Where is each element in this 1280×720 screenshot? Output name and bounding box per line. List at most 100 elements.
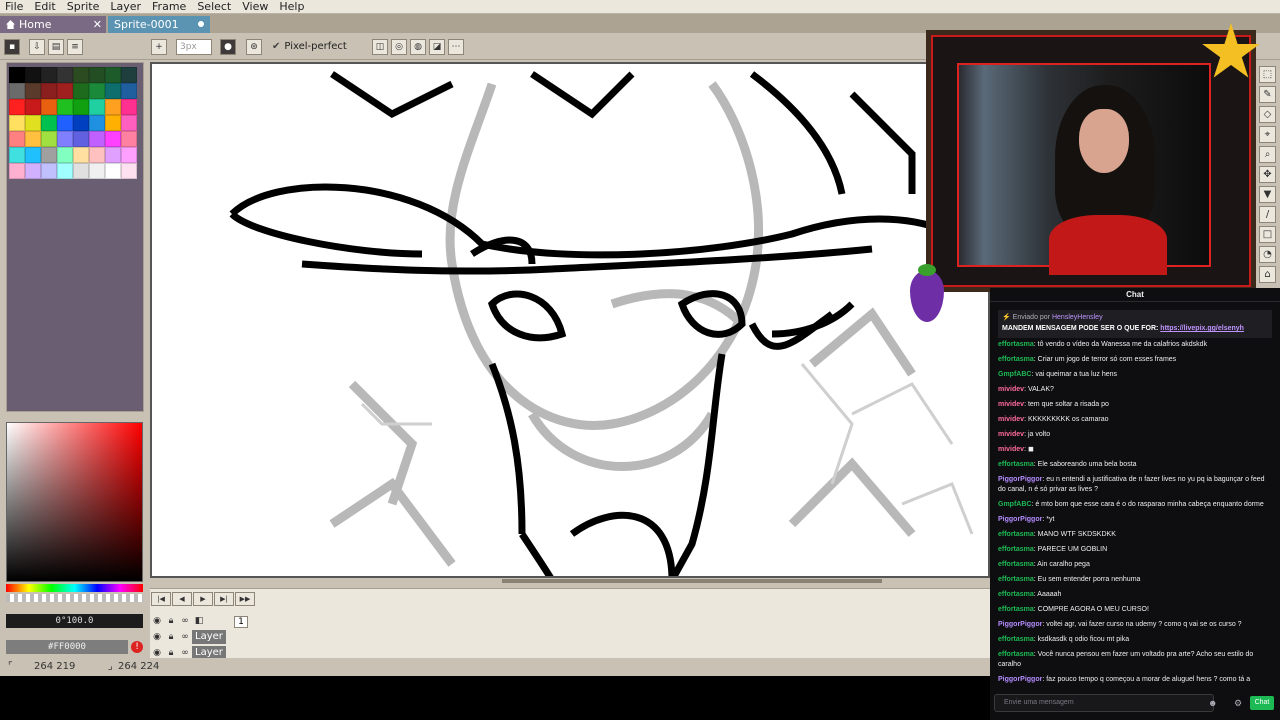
- palette-swatch[interactable]: [73, 67, 89, 83]
- layer-row[interactable]: ◉ 🔒︎ ∞ Layer: [150, 629, 250, 644]
- palette-swatch[interactable]: [121, 99, 137, 115]
- hue-slider[interactable]: [6, 584, 143, 592]
- palette-swatch[interactable]: [121, 115, 137, 131]
- gradient-icon[interactable]: ◪: [429, 39, 445, 55]
- palette-swatch[interactable]: [121, 131, 137, 147]
- chat-username[interactable]: effortasma: [998, 651, 1034, 658]
- chat-username[interactable]: mividev: [998, 446, 1024, 453]
- palette-swatch[interactable]: [89, 67, 105, 83]
- eyedropper-icon[interactable]: ⌖: [1259, 126, 1276, 143]
- chat-username[interactable]: effortasma: [998, 531, 1034, 538]
- chat-username[interactable]: PiggorPiggor: [998, 516, 1042, 523]
- palette-swatch[interactable]: [105, 131, 121, 147]
- chat-username[interactable]: PiggorPiggor: [998, 476, 1042, 483]
- onion-skin-icon[interactable]: ◧: [192, 616, 206, 626]
- pinned-link[interactable]: https://livepix.gg/elsenyh: [1160, 325, 1244, 332]
- chat-username[interactable]: mividev: [998, 401, 1024, 408]
- palette-swatch[interactable]: [121, 83, 137, 99]
- chat-username[interactable]: effortasma: [998, 341, 1034, 348]
- gear-icon[interactable]: ⚙: [1234, 698, 1242, 709]
- chat-send-button[interactable]: Chat: [1250, 696, 1274, 710]
- chat-username[interactable]: effortasma: [998, 561, 1034, 568]
- chat-messages[interactable]: effortasma: tô vendo o vídeo da Wanessa …: [998, 340, 1274, 684]
- download-icon[interactable]: ⇩: [29, 39, 45, 55]
- palette-swatch[interactable]: [73, 147, 89, 163]
- palette-swatch[interactable]: [41, 99, 57, 115]
- chat-username[interactable]: effortasma: [998, 461, 1034, 468]
- move-icon[interactable]: ✥: [1259, 166, 1276, 183]
- pen-pressure-icon[interactable]: ⊛: [246, 39, 262, 55]
- tab-sprite[interactable]: Sprite-0001: [108, 16, 210, 33]
- palette-swatch[interactable]: [9, 67, 25, 83]
- chat-username[interactable]: PiggorPiggor: [998, 621, 1042, 628]
- palette-swatch[interactable]: [41, 147, 57, 163]
- lock-icon[interactable]: 🔒︎: [164, 648, 178, 658]
- palette-swatch[interactable]: [57, 115, 73, 131]
- first-frame-icon[interactable]: |◀: [151, 592, 171, 606]
- palette-swatch[interactable]: [9, 163, 25, 179]
- link-icon[interactable]: ∞: [178, 616, 192, 626]
- warning-icon[interactable]: !: [131, 641, 143, 653]
- ink-icon[interactable]: ◎: [391, 39, 407, 55]
- lock-icon[interactable]: 🔒︎: [164, 616, 178, 626]
- palette-swatch[interactable]: [105, 83, 121, 99]
- palette-swatch[interactable]: [57, 163, 73, 179]
- chat-username[interactable]: effortasma: [998, 636, 1034, 643]
- palette-swatch[interactable]: [25, 147, 41, 163]
- prev-frame-icon[interactable]: ◀: [172, 592, 192, 606]
- alpha-slider[interactable]: [6, 594, 143, 602]
- palette-swatch[interactable]: [105, 163, 121, 179]
- blur-icon[interactable]: ⌂: [1259, 266, 1276, 283]
- palette-swatch[interactable]: [89, 99, 105, 115]
- palette-swatch[interactable]: [25, 131, 41, 147]
- palette-swatch[interactable]: [121, 163, 137, 179]
- brush-shape-icon[interactable]: ●: [220, 39, 236, 55]
- layers-icon[interactable]: ▤: [48, 39, 64, 55]
- palette-swatch[interactable]: [25, 67, 41, 83]
- brush-type-icon[interactable]: +: [151, 39, 167, 55]
- zoom-icon[interactable]: ⌕: [1259, 146, 1276, 163]
- canvas-horizontal-scrollbar[interactable]: [152, 578, 990, 584]
- menu-sprite[interactable]: Sprite: [62, 0, 106, 14]
- layer-name[interactable]: Layer: [192, 629, 226, 644]
- menu-select[interactable]: Select: [192, 0, 237, 14]
- brush-size-input[interactable]: 3px: [176, 39, 212, 55]
- menu-frame[interactable]: Frame: [147, 0, 192, 14]
- chat-username[interactable]: effortasma: [998, 606, 1034, 613]
- palette-swatch[interactable]: [89, 131, 105, 147]
- hex-field[interactable]: #FF0000: [6, 640, 128, 654]
- eye-icon[interactable]: ◉: [150, 632, 164, 642]
- palette-swatch[interactable]: [41, 131, 57, 147]
- menu-edit[interactable]: Edit: [29, 0, 61, 14]
- color-spectrum[interactable]: [6, 422, 143, 582]
- palette-swatch[interactable]: [57, 131, 73, 147]
- menu-view[interactable]: View: [237, 0, 274, 14]
- pixel-perfect-toggle[interactable]: ✔ Pixel-perfect: [272, 41, 347, 52]
- line-icon[interactable]: /: [1259, 206, 1276, 223]
- chat-username[interactable]: effortasma: [998, 356, 1034, 363]
- palette-swatch[interactable]: [41, 67, 57, 83]
- palette-swatch[interactable]: [41, 115, 57, 131]
- palette-swatch[interactable]: [105, 67, 121, 83]
- palette-swatch[interactable]: [73, 99, 89, 115]
- symmetry-icon[interactable]: ◫: [372, 39, 388, 55]
- palette-swatch[interactable]: [73, 163, 89, 179]
- chat-message-input[interactable]: Envie uma mensagem: [994, 694, 1214, 712]
- menu-icon[interactable]: ≡: [67, 39, 83, 55]
- lock-icon[interactable]: 🔒︎: [164, 632, 178, 642]
- sprite-canvas[interactable]: [150, 62, 990, 578]
- scrollbar-thumb[interactable]: [502, 579, 882, 583]
- palette-swatch[interactable]: [73, 115, 89, 131]
- next-frame-icon[interactable]: ▶|: [214, 592, 234, 606]
- chat-username[interactable]: mividev: [998, 416, 1024, 423]
- close-icon[interactable]: ✕: [93, 18, 102, 31]
- palette-swatch[interactable]: [25, 83, 41, 99]
- eye-icon[interactable]: ◉: [150, 648, 164, 658]
- menu-help[interactable]: Help: [274, 0, 310, 14]
- palette-swatch[interactable]: [73, 131, 89, 147]
- last-frame-icon[interactable]: ▶▶: [235, 592, 255, 606]
- eye-icon[interactable]: ◉: [150, 616, 164, 626]
- palette-swatch[interactable]: [57, 67, 73, 83]
- chat-username[interactable]: effortasma: [998, 546, 1034, 553]
- tab-home[interactable]: Home ✕: [0, 16, 106, 33]
